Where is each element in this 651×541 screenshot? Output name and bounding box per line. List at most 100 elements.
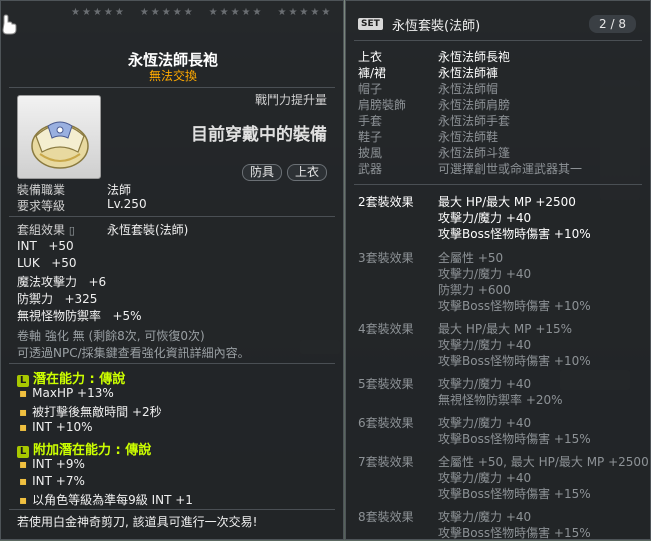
- set-effect-line: 攻擊Boss怪物時傷害 +15%: [438, 526, 591, 540]
- divider: [354, 184, 642, 185]
- potential-line: ▪ INT +10%: [19, 420, 93, 434]
- set-piece-name: 永恆法師鞋: [438, 130, 499, 144]
- stat-row: LUK +50: [17, 256, 77, 270]
- bullet-icon: ▪: [19, 474, 28, 488]
- set-piece-slot: 武器: [358, 162, 383, 176]
- job-label: 裝備職業: [17, 183, 66, 197]
- set-piece-slot: 上衣: [358, 50, 383, 64]
- stat-value: +325: [64, 292, 98, 306]
- potential-line-text: INT +10%: [32, 420, 93, 434]
- scissors-note: 若使用白金神奇剪刀, 該道具可進行一次交易!: [17, 515, 258, 529]
- tag-armor: 防具: [242, 164, 283, 181]
- stat-name: LUK: [17, 256, 40, 270]
- potential-line: ▪ 被打擊後無敵時間 +2秒: [19, 403, 162, 420]
- job-value: 法師: [107, 183, 132, 197]
- set-piece-name: 永恆法師褲: [438, 66, 499, 80]
- bullet-icon: ▪: [19, 420, 28, 434]
- set-effect-line: 攻擊力/魔力 +40: [438, 267, 532, 281]
- set-effect-line: 攻擊力/魔力 +40: [438, 510, 532, 524]
- req-level-label: 要求等級: [17, 199, 66, 213]
- additional-line: ▪ INT +9%: [19, 457, 85, 471]
- set-effect-line: 最大 HP/最大 MP +2500: [438, 195, 576, 209]
- bullet-icon: ▪: [19, 386, 28, 400]
- set-effect-label-text: 套組效果: [17, 223, 66, 237]
- additional-line: ▪ 以角色等級為準每9級 INT +1: [19, 491, 193, 508]
- set-effect-label: 套組效果 ▯: [17, 221, 75, 238]
- set-effect-tier-label: 8套裝效果: [358, 510, 414, 524]
- set-effect-tier-label: 5套裝效果: [358, 377, 414, 391]
- star-group-icon: ★★★★★: [139, 7, 195, 18]
- star-group-icon: ★★★★★: [71, 7, 126, 18]
- bullet-icon: ▪: [19, 493, 28, 507]
- additional-line-text: 以角色等級為準每9級 INT +1: [32, 493, 193, 507]
- set-effect-tier-label: 4套裝效果: [358, 322, 414, 336]
- set-piece-slot: 肩膀裝飾: [358, 98, 407, 112]
- star-group-icon: ★★★★★: [208, 7, 264, 18]
- trade-status: 無法交換: [148, 69, 197, 83]
- set-effect-line: 攻擊Boss怪物時傷害 +15%: [438, 432, 591, 446]
- set-effect-line: 攻擊Boss怪物時傷害 +10%: [438, 354, 591, 368]
- set-piece-name: 永恆法師斗篷: [438, 146, 511, 160]
- potential-header: L 潛在能力 : 傳說: [17, 368, 125, 387]
- set-title: 永恆套裝(法師): [392, 19, 481, 34]
- set-effect-line: 攻擊力/魔力 +40: [438, 211, 532, 225]
- stat-row: 無視怪物防禦率 +5%: [17, 307, 142, 324]
- set-piece-slot: 褲/裙: [358, 66, 387, 80]
- set-piece-slot: 手套: [358, 114, 383, 128]
- set-effect-line: 防禦力 +600: [438, 283, 511, 297]
- bullet-icon: ▪: [19, 457, 28, 471]
- set-effect-tier-label: 6套裝效果: [358, 416, 414, 430]
- set-effect-line: 最大 HP/最大 MP +15%: [438, 322, 573, 336]
- set-piece-name: 永恆法師長袍: [438, 50, 511, 64]
- combat-power-label: 戰鬥力提升量: [254, 93, 327, 107]
- set-piece-name: 永恆法師帽: [438, 82, 499, 96]
- set-piece-name: 永恆法師手套: [438, 114, 511, 128]
- set-effect-line: 攻擊力/魔力 +40: [438, 338, 532, 352]
- stat-row: INT +50: [17, 239, 74, 253]
- divider: [9, 363, 335, 364]
- additional-line: ▪ INT +7%: [19, 474, 85, 488]
- set-count: 2 / 8: [589, 15, 636, 33]
- scroll-upgrade-info: 卷軸 強化 無 (剩餘8次, 可恢復0次): [17, 329, 205, 343]
- stat-value: +50: [48, 239, 74, 253]
- stat-value: +6: [88, 275, 107, 289]
- set-piece-name: 可選擇創世或命運武器其一: [438, 162, 583, 176]
- item-image-frame: [17, 95, 101, 179]
- additional-header-text: 附加潛在能力 : 傳說: [33, 443, 152, 458]
- set-effect-line: 攻擊力/魔力 +40: [438, 377, 532, 391]
- stat-name: 無視怪物防禦率: [17, 309, 102, 323]
- set-effect-line: 攻擊Boss怪物時傷害 +15%: [438, 487, 591, 501]
- hand-cursor-icon: [2, 14, 17, 35]
- additional-line-text: INT +7%: [32, 474, 85, 488]
- set-tooltip: SET 永恆套裝(法師) 2 / 8 上衣 永恆法師長袍 褲/裙 永恆法師褲 帽子 永恆法…: [345, 0, 651, 540]
- set-effect-tier-label: 7套裝效果: [358, 455, 414, 469]
- divider: [9, 216, 335, 217]
- set-piece-name: 永恆法師肩膀: [438, 98, 511, 112]
- robe-item-icon: [31, 121, 89, 169]
- potential-header-text: 潛在能力 : 傳說: [33, 372, 126, 387]
- stat-row: 魔法攻擊力 +6: [17, 273, 106, 290]
- star-force-row: ★★★★★ ★★★★★ ★★★★★ ★★★★★: [71, 7, 332, 18]
- additional-line-text: INT +9%: [32, 457, 85, 471]
- stat-value: +5%: [112, 309, 142, 323]
- divider: [9, 509, 335, 510]
- set-effect-line: 全屬性 +50, 最大 HP/最大 MP +2500: [438, 455, 649, 469]
- set-effect-tier-label: 3套裝效果: [358, 251, 414, 265]
- set-effect-line: 攻擊力/魔力 +40: [438, 471, 532, 485]
- potential-line-text: MaxHP +13%: [32, 386, 114, 400]
- bullet-icon: ▪: [19, 405, 28, 419]
- mouse-icon: ▯: [68, 224, 75, 237]
- set-effect-line: 攻擊力/魔力 +40: [438, 416, 532, 430]
- set-effect-tier-label: 2套裝效果: [358, 195, 414, 209]
- set-piece-slot: 鞋子: [358, 130, 383, 144]
- star-group-icon: ★★★★★: [277, 7, 333, 18]
- set-effect-line: 攻擊Boss怪物時傷害 +10%: [438, 227, 591, 241]
- additional-potential-header: L 附加潛在能力 : 傳說: [17, 439, 151, 458]
- set-piece-slot: 披風: [358, 146, 383, 160]
- divider: [354, 40, 642, 41]
- npc-info: 可透過NPC/採集鍵查看強化資訊詳細內容。: [17, 346, 250, 360]
- req-level-value: Lv.250: [107, 197, 147, 211]
- set-effect-line: 攻擊Boss怪物時傷害 +10%: [438, 299, 591, 313]
- set-effect-line: 無視怪物防禦率 +20%: [438, 393, 563, 407]
- item-tooltip: ★★★★★ ★★★★★ ★★★★★ ★★★★★ 永恆法師長袍 無法交換 戰鬥力提…: [0, 0, 344, 540]
